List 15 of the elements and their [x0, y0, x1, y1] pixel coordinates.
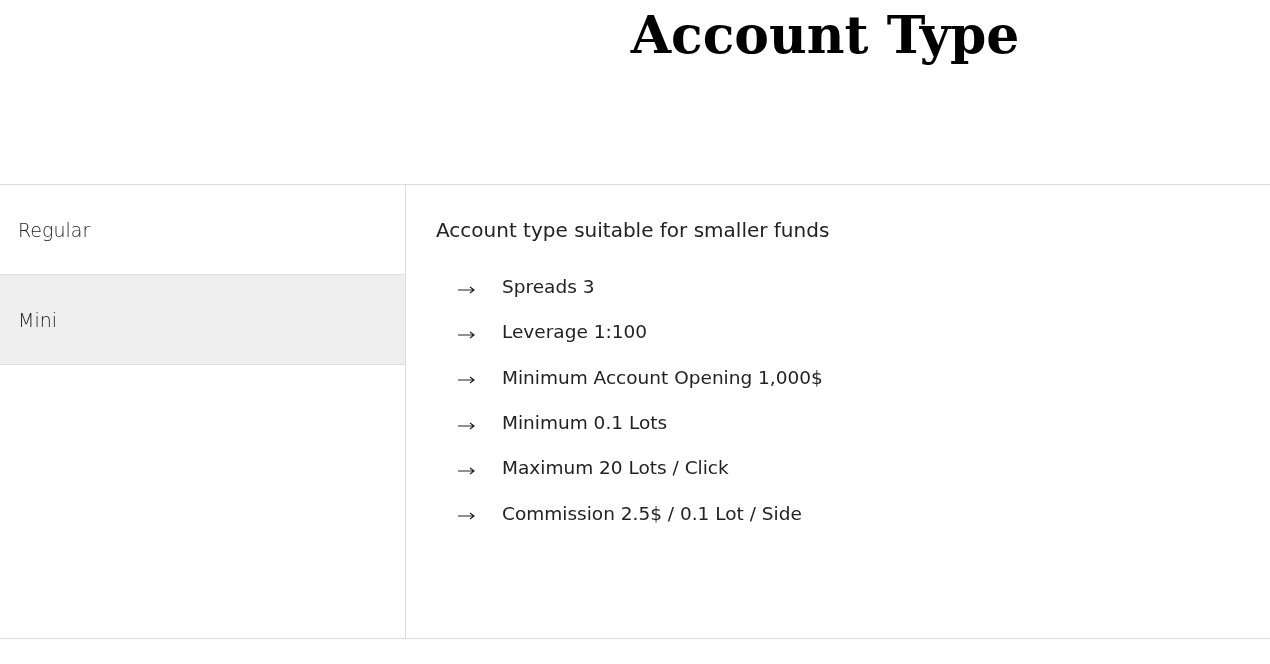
arrow-icon: [458, 285, 476, 294]
feature-text: Maximum 20 Lots / Click: [502, 457, 729, 479]
arrow-icon: [458, 512, 476, 521]
arrow-icon: [458, 376, 476, 385]
arrow-icon: [458, 466, 476, 475]
feature-text: Minimum 0.1 Lots: [502, 412, 668, 434]
panel-heading: Account type suitable for smaller funds: [436, 218, 831, 242]
feature-text: Leverage 1:100: [502, 321, 647, 343]
feature-text: Commission 2.5$ / 0.1 Lot / Side: [502, 502, 802, 524]
account-tab[interactable]: Mini: [0, 275, 405, 365]
page-title: Account Type: [630, 4, 1021, 67]
arrow-icon: [458, 330, 476, 339]
arrow-icon: [458, 421, 476, 430]
feature-text: Minimum Account Opening 1,000$: [502, 366, 823, 388]
feature-text: Spreads 3: [502, 276, 595, 298]
